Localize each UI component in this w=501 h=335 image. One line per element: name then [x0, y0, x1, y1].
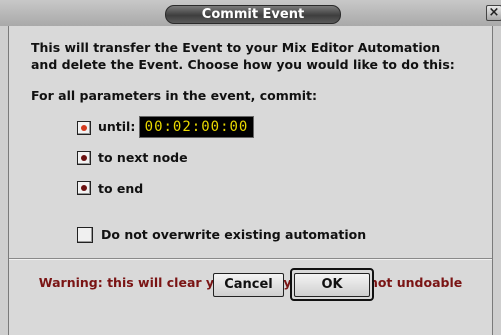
params-label: For all parameters in the event, commit:: [31, 88, 318, 103]
radio-until-label[interactable]: until:: [98, 119, 135, 134]
radio-until[interactable]: [77, 121, 91, 135]
commit-event-dialog: Commit Event × This will transfer the Ev…: [0, 0, 501, 335]
overwrite-checkbox[interactable]: [77, 227, 93, 243]
close-icon[interactable]: ×: [486, 5, 501, 21]
title-bar[interactable]: Commit Event ×: [0, 0, 501, 27]
overwrite-checkbox-label[interactable]: Do not overwrite existing automation: [101, 227, 366, 242]
window-frame-left: [0, 26, 9, 335]
radio-dot-icon: [81, 155, 87, 161]
timecode-field[interactable]: 00:02:00:00: [139, 116, 254, 138]
radio-dot-icon: [81, 185, 87, 191]
ok-button[interactable]: OK: [294, 273, 370, 297]
description-line-1: This will transfer the Event to your Mix…: [31, 40, 441, 55]
description-line-2: and delete the Event. Choose how you wou…: [31, 57, 455, 72]
window-frame-right: [492, 26, 501, 335]
radio-dot-icon: [81, 125, 87, 131]
window-title: Commit Event: [165, 5, 341, 24]
divider: [9, 258, 492, 260]
radio-to-end[interactable]: [77, 181, 91, 195]
radio-to-end-label[interactable]: to end: [98, 181, 143, 196]
radio-to-next-node[interactable]: [77, 151, 91, 165]
radio-to-next-node-label[interactable]: to next node: [98, 150, 188, 165]
cancel-button[interactable]: Cancel: [213, 273, 284, 297]
